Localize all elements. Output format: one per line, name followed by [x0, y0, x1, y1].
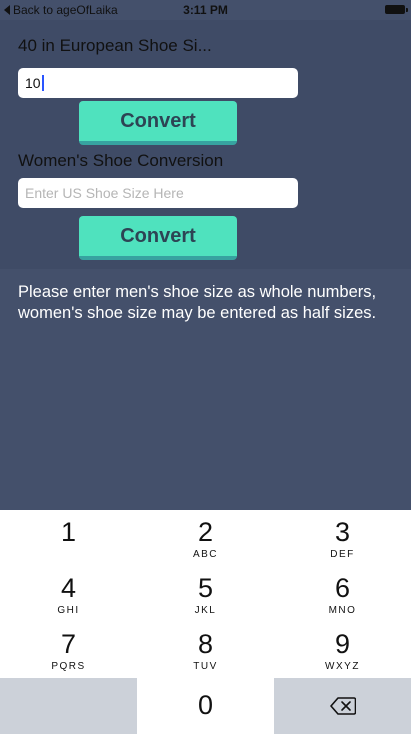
- converter-panel: 40 in European Shoe Si... 10 Convert Wom…: [0, 20, 411, 269]
- key-1[interactable]: 1: [0, 510, 137, 566]
- key-letters: ABC: [192, 549, 219, 560]
- european-size-input[interactable]: 10: [18, 68, 298, 98]
- women-title: Women's Shoe Conversion: [18, 151, 224, 170]
- blank-key: [0, 678, 137, 734]
- women-size-input[interactable]: Enter US Shoe Size Here: [18, 178, 298, 208]
- key-letters: GHI: [57, 605, 80, 616]
- women-size-placeholder: Enter US Shoe Size Here: [25, 185, 184, 201]
- key-digit: 5: [197, 573, 214, 603]
- key-letters: MNO: [328, 605, 357, 616]
- delete-key[interactable]: [274, 678, 411, 734]
- battery-icon: [385, 5, 408, 14]
- key-letters: PQRS: [51, 661, 86, 672]
- key-2[interactable]: 2 ABC: [137, 510, 274, 566]
- key-3[interactable]: 3 DEF: [274, 510, 411, 566]
- instructions-text: Please enter men's shoe size as whole nu…: [18, 283, 377, 322]
- key-9[interactable]: 9 WXYZ: [274, 622, 411, 678]
- text-caret: [41, 75, 44, 91]
- key-digit: 9: [334, 629, 351, 659]
- key-digit: 7: [60, 629, 77, 659]
- key-letters: DEF: [330, 549, 355, 560]
- key-letters: WXYZ: [325, 661, 360, 672]
- number-keypad: 1 2 ABC 3 DEF 4 GHI 5 JKL 6 MNO 7 PQRS 8…: [0, 510, 411, 734]
- key-digit: 6: [334, 573, 351, 603]
- message-area: Please enter men's shoe size as whole nu…: [0, 269, 411, 510]
- key-5[interactable]: 5 JKL: [137, 566, 274, 622]
- key-6[interactable]: 6 MNO: [274, 566, 411, 622]
- key-letters: TUV: [193, 661, 218, 672]
- key-7[interactable]: 7 PQRS: [0, 622, 137, 678]
- convert-women-button[interactable]: Convert: [79, 216, 237, 260]
- key-letters: JKL: [194, 605, 217, 616]
- status-bar: Back to ageOfLaika 3:11 PM: [0, 0, 411, 20]
- key-digit: 8: [197, 629, 214, 659]
- european-size-value: 10: [25, 75, 41, 91]
- backspace-icon: [329, 697, 356, 715]
- european-title: 40 in European Shoe Si...: [18, 36, 212, 55]
- key-digit: 1: [60, 517, 77, 547]
- key-digit: 4: [60, 573, 77, 603]
- status-time: 3:11 PM: [183, 3, 228, 17]
- key-digit: 0: [197, 690, 214, 720]
- key-0[interactable]: 0: [137, 678, 274, 734]
- key-8[interactable]: 8 TUV: [137, 622, 274, 678]
- key-digit: 3: [334, 517, 351, 547]
- key-digit: 2: [197, 517, 214, 547]
- key-4[interactable]: 4 GHI: [0, 566, 137, 622]
- convert-european-button[interactable]: Convert: [79, 101, 237, 145]
